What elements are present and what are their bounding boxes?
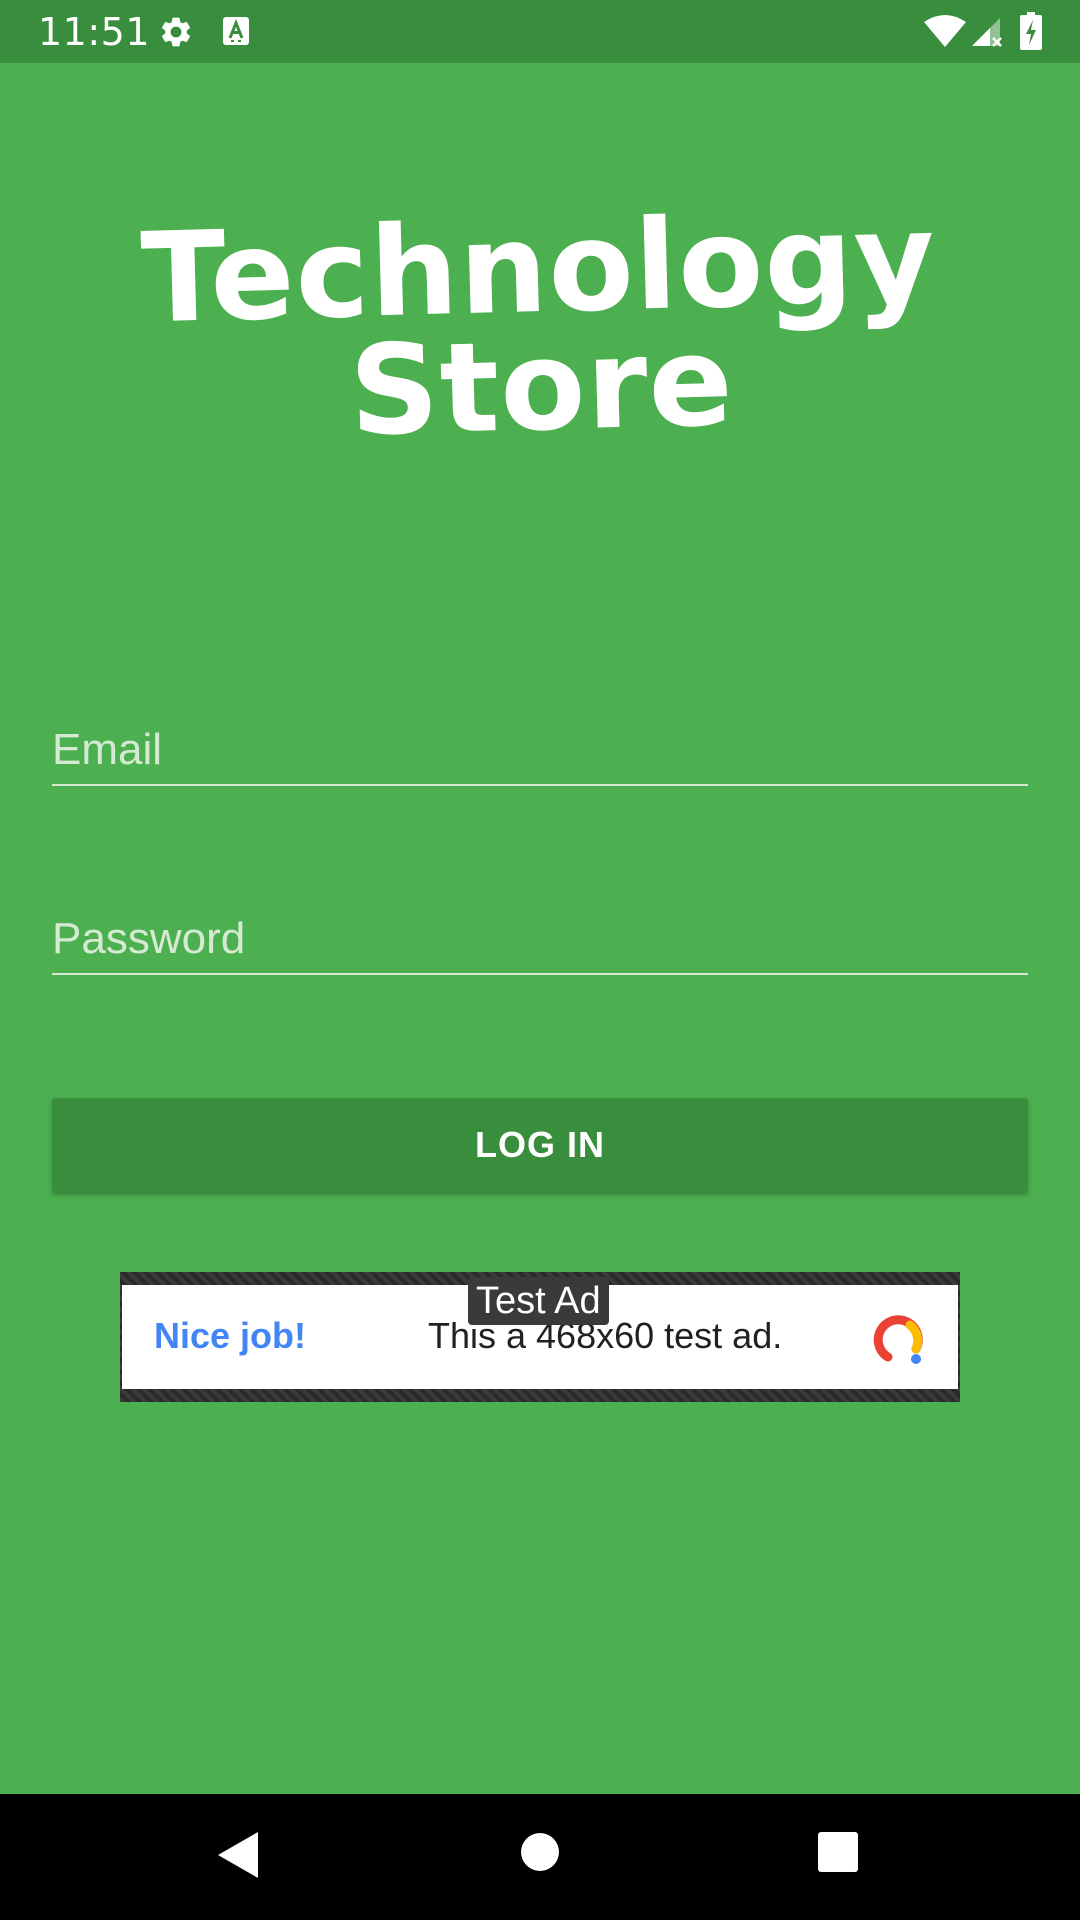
password-field-container <box>52 905 1028 975</box>
app-title: Technology Store <box>0 187 1080 464</box>
ad-banner[interactable]: Nice job! This a 468x60 test ad. Test Ad <box>120 1272 960 1402</box>
back-icon[interactable] <box>216 1830 260 1880</box>
status-bar: 11:51 <box>0 0 1080 63</box>
a-badge-icon <box>223 17 249 45</box>
email-field[interactable] <box>52 716 1028 784</box>
login-button[interactable]: LOG IN <box>52 1098 1028 1192</box>
test-ad-label: Test Ad <box>468 1277 609 1325</box>
ad-headline: Nice job! <box>154 1315 307 1356</box>
battery-charging-icon <box>1020 12 1042 50</box>
email-field-container <box>52 716 1028 786</box>
signal-icon <box>972 18 1002 47</box>
wifi-icon <box>924 15 966 47</box>
recents-icon[interactable] <box>818 1832 858 1872</box>
password-field[interactable] <box>52 905 1028 973</box>
home-icon[interactable] <box>520 1832 560 1872</box>
status-time: 11:51 <box>38 10 151 54</box>
ad-logo-icon <box>873 1315 923 1364</box>
navigation-bar <box>0 1794 1080 1920</box>
gear-icon <box>161 17 191 47</box>
